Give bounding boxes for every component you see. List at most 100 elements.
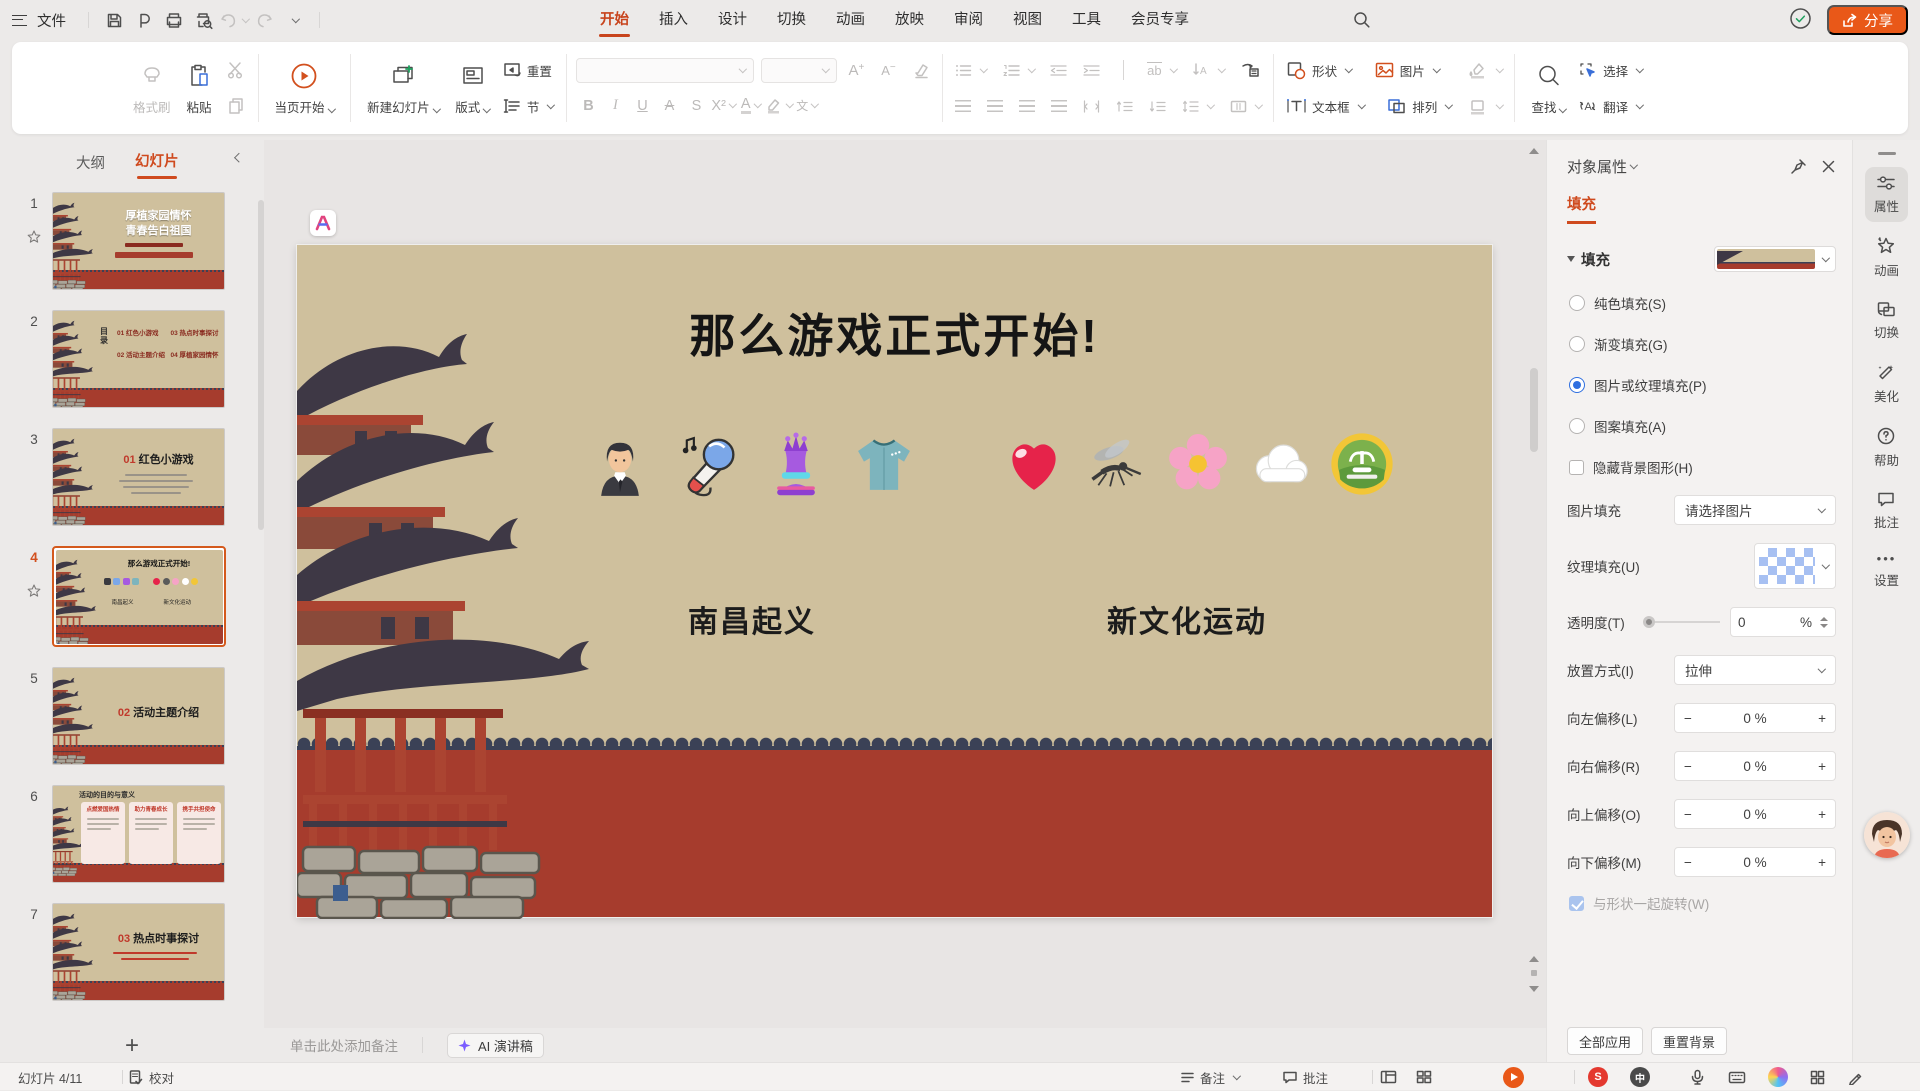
- ime-skin-icon[interactable]: [1768, 1063, 1788, 1091]
- ime-keyboard-icon[interactable]: [1728, 1063, 1746, 1091]
- textbox-button[interactable]: 文本框: [1283, 93, 1367, 119]
- emoji-fountain-icon[interactable]: [1329, 431, 1395, 497]
- rail-comments[interactable]: 批注: [1865, 483, 1908, 538]
- phonetic-guide-button[interactable]: 文: [795, 93, 820, 118]
- ime-language-icon[interactable]: 中: [1630, 1063, 1650, 1091]
- panel-title-chevron-icon[interactable]: [1630, 161, 1638, 169]
- superscript-button[interactable]: X²: [711, 93, 736, 118]
- tab-tools[interactable]: 工具: [1057, 0, 1116, 40]
- pattern-fill-option[interactable]: 图案填充(A): [1569, 416, 1836, 436]
- notes-toggle-button[interactable]: 备注: [1180, 1063, 1240, 1091]
- italic-button[interactable]: I: [603, 93, 628, 118]
- ime-mic-icon[interactable]: [1690, 1063, 1705, 1091]
- shape-fill-button[interactable]: [1465, 57, 1506, 83]
- decrease-indent-button[interactable]: [1047, 57, 1070, 83]
- reset-background-button[interactable]: 重置背景: [1651, 1027, 1727, 1055]
- normal-view-button[interactable]: [1380, 1063, 1397, 1091]
- comments-toggle-button[interactable]: 批注: [1282, 1063, 1328, 1091]
- shape-outline-button[interactable]: [1465, 93, 1506, 119]
- distribute-text-button[interactable]: [1080, 93, 1103, 119]
- save-button[interactable]: [99, 6, 129, 34]
- export-pdf-button[interactable]: [129, 6, 159, 34]
- underline-button[interactable]: U: [630, 93, 655, 118]
- apply-all-button[interactable]: 全部应用: [1567, 1027, 1643, 1055]
- rail-help[interactable]: 帮助: [1865, 419, 1908, 476]
- decrease-line-space-button[interactable]: [1146, 93, 1169, 119]
- add-slide-button[interactable]: +: [118, 1032, 146, 1060]
- format-painter-button[interactable]: 格式刷: [126, 49, 178, 127]
- slide-thumb-5[interactable]: 5 02 活动主题介绍: [16, 667, 254, 765]
- scroll-up-icon[interactable]: [1529, 148, 1539, 154]
- plus-button[interactable]: +: [1818, 855, 1826, 870]
- highlight-color-button[interactable]: [765, 93, 793, 118]
- slide-thumb-2[interactable]: 2 目录 01 红色小游戏 03 热点时事探讨 02 活动主题介绍 04 厚植家…: [16, 310, 254, 408]
- ime-toolbox-icon[interactable]: [1810, 1063, 1825, 1091]
- columns-button[interactable]: [1227, 93, 1265, 119]
- align-right-button[interactable]: [1016, 93, 1038, 119]
- tab-animation[interactable]: 动画: [821, 0, 880, 40]
- user-avatar[interactable]: [1864, 812, 1910, 858]
- select-button[interactable]: 选择: [1575, 57, 1646, 83]
- cloud-sync-icon[interactable]: [1788, 6, 1813, 34]
- slide-thumb-1[interactable]: 1 厚植家园情怀 青春告白祖国: [16, 192, 254, 290]
- scroll-handle[interactable]: [1531, 970, 1537, 976]
- minus-button[interactable]: −: [1684, 807, 1692, 822]
- minus-button[interactable]: −: [1684, 711, 1692, 726]
- offset-down-stepper[interactable]: −0 %+: [1674, 847, 1836, 877]
- emoji-mosquito-icon[interactable]: [1083, 431, 1149, 497]
- gradient-fill-option[interactable]: 渐变填充(G): [1569, 334, 1836, 354]
- transparency-input[interactable]: 0 %: [1730, 607, 1836, 637]
- tab-review[interactable]: 审阅: [939, 0, 998, 40]
- redo-button[interactable]: [249, 6, 279, 34]
- group2-label-textbox[interactable]: 新文化运动: [1107, 597, 1267, 641]
- increase-indent-button[interactable]: [1080, 57, 1103, 83]
- main-menu-icon[interactable]: [12, 15, 27, 26]
- picture-fill-select[interactable]: 请选择图片: [1674, 495, 1836, 525]
- strike-a-button[interactable]: A: [657, 93, 682, 118]
- solid-fill-option[interactable]: 纯色填充(S): [1569, 293, 1836, 313]
- minus-button[interactable]: −: [1684, 855, 1692, 870]
- tab-member[interactable]: 会员专享: [1116, 0, 1204, 40]
- ai-speech-button[interactable]: AI 演讲稿: [447, 1033, 544, 1058]
- play-from-current-button[interactable]: 当页开始: [268, 49, 342, 127]
- emoji-flower-icon[interactable]: [1165, 431, 1231, 497]
- tab-fill[interactable]: 填充: [1567, 193, 1596, 224]
- plus-button[interactable]: +: [1818, 807, 1826, 822]
- increase-line-space-button[interactable]: [1113, 93, 1136, 119]
- font-color-button[interactable]: A: [738, 93, 763, 118]
- collapse-rail-handle[interactable]: [1878, 152, 1896, 155]
- find-button[interactable]: 查找: [1524, 49, 1573, 127]
- section-button[interactable]: 节: [499, 93, 557, 119]
- notes-placeholder[interactable]: 单击此处添加备注: [290, 1035, 398, 1055]
- undo-button[interactable]: [219, 6, 249, 34]
- close-panel-icon[interactable]: [1821, 159, 1836, 174]
- group1-label-textbox[interactable]: 南昌起义: [688, 597, 816, 641]
- slide-thumb-6[interactable]: 6 活动的目的与意义 点燃爱国热情 助力青春成长 携手共担使命: [16, 785, 254, 883]
- emoji-man-icon[interactable]: [587, 431, 653, 497]
- emoji-tshirt-icon[interactable]: [851, 431, 917, 497]
- translate-button[interactable]: A翻译: [1575, 93, 1646, 119]
- convert-smartart-button[interactable]: [1238, 57, 1264, 83]
- next-slide-button[interactable]: [1529, 986, 1539, 992]
- rail-animation[interactable]: 动画: [1865, 229, 1908, 286]
- emoji-heart-icon[interactable]: [1001, 431, 1067, 497]
- scrollbar-thumb[interactable]: [1530, 368, 1538, 452]
- rail-transition[interactable]: 切换: [1865, 293, 1908, 348]
- placement-select[interactable]: 拉伸: [1674, 655, 1836, 685]
- tab-outline[interactable]: 大纲: [76, 152, 105, 173]
- rail-beautify[interactable]: 美化: [1865, 355, 1908, 412]
- tab-home[interactable]: 开始: [585, 0, 644, 40]
- file-menu[interactable]: 文件: [37, 10, 66, 31]
- new-slide-button[interactable]: 新建幻灯片: [360, 49, 446, 127]
- strikethrough-button[interactable]: S: [684, 93, 709, 118]
- previous-slide-button[interactable]: [1529, 956, 1539, 962]
- layout-button[interactable]: 版式: [448, 49, 497, 127]
- tab-insert[interactable]: 插入: [644, 0, 703, 40]
- emoji-cloud-icon[interactable]: [1247, 431, 1313, 497]
- tab-view[interactable]: 视图: [998, 0, 1057, 40]
- font-family-select[interactable]: [576, 58, 754, 83]
- clear-format-button[interactable]: [908, 58, 933, 83]
- fill-preview-select[interactable]: [1714, 246, 1836, 272]
- pin-icon[interactable]: [1790, 158, 1807, 175]
- share-button[interactable]: 分享: [1827, 5, 1908, 35]
